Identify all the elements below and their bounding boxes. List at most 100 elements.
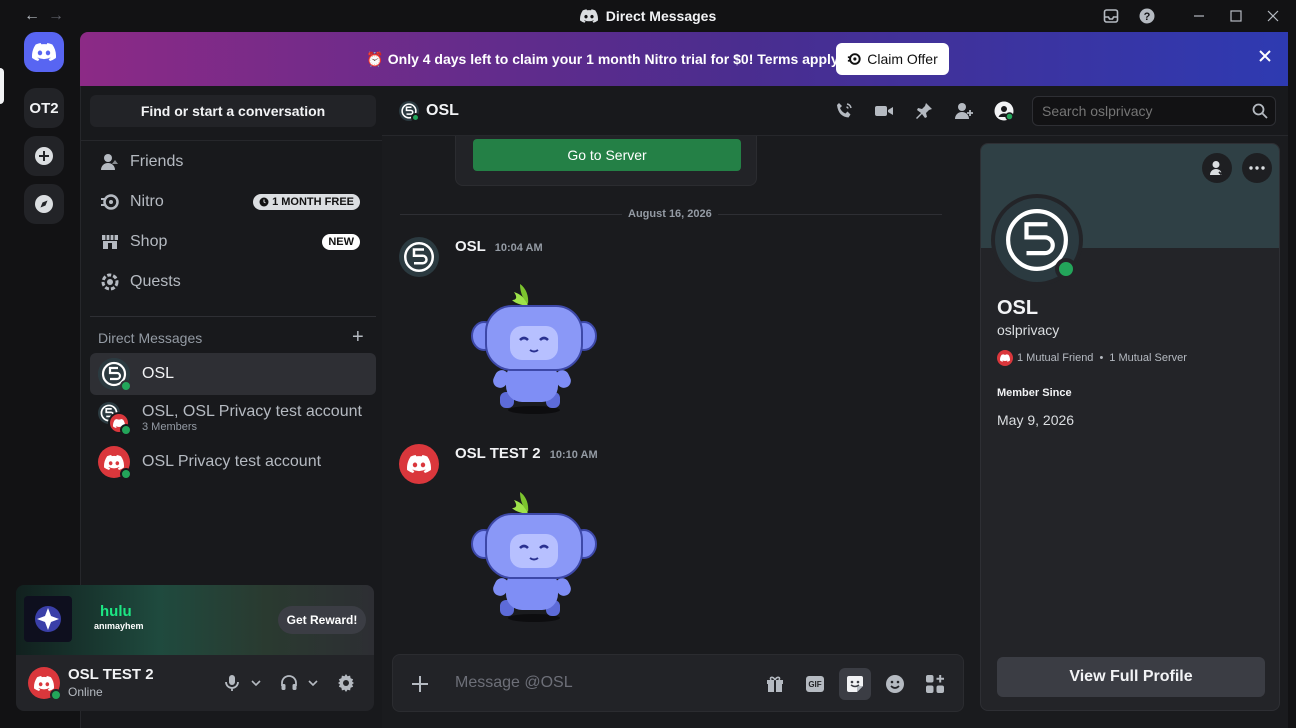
message-author[interactable]: OSL: [455, 238, 486, 255]
hulu-logo: hulu: [100, 603, 132, 620]
dm-name: OSL, OSL Privacy test account: [142, 403, 362, 420]
create-dm-icon[interactable]: +: [352, 326, 364, 349]
discord-logo-icon: [34, 675, 54, 691]
apps-icon[interactable]: [923, 672, 947, 696]
reward-card: hulu anımayhem Get Reward!: [16, 585, 374, 655]
mutual-friends-link[interactable]: 1 Mutual Friend: [1017, 352, 1093, 364]
message-avatar[interactable]: [399, 237, 439, 277]
find-conversation-button[interactable]: Find or start a conversation: [90, 95, 376, 127]
badge-label: 1 MONTH FREE: [272, 196, 354, 208]
reward-thumbnail: [24, 596, 72, 642]
mutual-servers-link[interactable]: 1 Mutual Server: [1109, 352, 1187, 364]
pin-icon[interactable]: [914, 101, 934, 121]
dm-name: OSL: [142, 365, 175, 382]
online-status-dot: [120, 424, 132, 436]
message-input[interactable]: [455, 673, 735, 693]
user-status: Online: [68, 685, 103, 699]
message-author[interactable]: OSL TEST 2: [455, 445, 541, 462]
gif-icon[interactable]: GIF: [803, 672, 827, 696]
inbox-icon[interactable]: [1101, 6, 1121, 26]
plus-icon: [35, 147, 53, 165]
dm-item-osl[interactable]: OSL: [90, 353, 376, 395]
compass-icon: [35, 195, 53, 213]
user-panel: OSL TEST 2 Online: [16, 655, 374, 711]
get-reward-button[interactable]: Get Reward!: [278, 606, 366, 634]
chevron-down-icon[interactable]: [246, 673, 266, 693]
sidebar-item-shop[interactable]: Shop NEW: [90, 222, 376, 262]
profile-avatar[interactable]: [991, 194, 1083, 286]
search-input[interactable]: [1042, 103, 1242, 119]
close-icon[interactable]: [1258, 49, 1272, 63]
online-status-dot: [120, 380, 132, 392]
more-options-icon[interactable]: [1242, 153, 1272, 183]
window-title-text: Direct Messages: [605, 8, 717, 24]
user-avatar[interactable]: [28, 667, 62, 701]
settings-gear-icon[interactable]: [336, 673, 356, 693]
close-window-icon[interactable]: [1263, 6, 1283, 26]
message-list: Go to Server August 16, 2026 OSL 10:04 A…: [382, 136, 964, 728]
sidebar-item-label: Friends: [130, 153, 184, 170]
animayhem-logo: anımayhem: [94, 621, 144, 631]
dm-item-privacy-test[interactable]: OSL Privacy test account: [90, 441, 376, 483]
view-full-profile-button[interactable]: View Full Profile: [997, 657, 1265, 697]
add-friend-icon[interactable]: [1202, 153, 1232, 183]
headphones-icon[interactable]: [279, 673, 299, 693]
add-friends-to-dm-icon[interactable]: [954, 101, 974, 121]
sidebar-item-label: Nitro: [130, 193, 164, 210]
online-status-dot: [50, 689, 62, 701]
banner-text: Only 4 days left to claim your 1 month N…: [387, 51, 842, 67]
avatar: [98, 358, 132, 392]
wumpus-sticker[interactable]: [470, 282, 598, 416]
message-avatar[interactable]: [399, 444, 439, 484]
discord-logo-icon: [104, 454, 124, 470]
home-button[interactable]: [24, 32, 64, 72]
wumpus-sticker[interactable]: [470, 490, 598, 624]
discover-button[interactable]: [24, 184, 64, 224]
member-since-date: May 9, 2026: [997, 412, 1075, 428]
sidebar-item-friends[interactable]: Friends: [90, 142, 376, 182]
video-call-icon[interactable]: [874, 101, 894, 121]
sticker-icon[interactable]: [839, 668, 871, 700]
title-bar: ← → Direct Messages ?: [0, 0, 1296, 32]
message-header: OSL 10:04 AM: [455, 238, 543, 255]
minimize-icon[interactable]: [1189, 6, 1209, 26]
channel-name: OSL: [426, 102, 459, 119]
sidebar-item-label: Quests: [130, 273, 181, 290]
server-ot2[interactable]: OT2: [24, 88, 64, 128]
username: OSL TEST 2: [68, 666, 154, 683]
maximize-icon[interactable]: [1226, 6, 1246, 26]
message-timestamp: 10:04 AM: [494, 242, 543, 254]
date-divider: August 16, 2026: [622, 208, 718, 220]
sidebar-item-nitro[interactable]: Nitro 1 MONTH FREE: [90, 182, 376, 222]
gift-icon[interactable]: [763, 672, 787, 696]
microphone-icon[interactable]: [222, 673, 242, 693]
emoji-icon[interactable]: [883, 672, 907, 696]
voice-call-icon[interactable]: [834, 101, 854, 121]
message-timestamp: 10:10 AM: [549, 449, 598, 461]
clock-icon: [259, 197, 269, 207]
user-profile-icon[interactable]: [994, 101, 1014, 121]
go-to-server-button[interactable]: Go to Server: [473, 139, 741, 171]
svg-text:?: ?: [1144, 11, 1151, 23]
dm-members-count: 3 Members: [142, 421, 198, 433]
claim-offer-button[interactable]: Claim Offer: [836, 43, 949, 75]
nitro-icon: [848, 53, 861, 65]
group-avatar: [98, 402, 132, 436]
online-status-dot: [120, 468, 132, 480]
dm-name: OSL Privacy test account: [142, 453, 322, 470]
chat-header: OSL: [382, 86, 1288, 136]
help-icon[interactable]: ?: [1137, 6, 1157, 26]
sidebar-item-label: Shop: [130, 233, 168, 250]
add-server-button[interactable]: [24, 136, 64, 176]
sidebar-divider: [90, 316, 376, 317]
add-attachment-icon[interactable]: [408, 672, 432, 696]
active-indicator: [0, 68, 4, 104]
search-box[interactable]: [1032, 96, 1276, 126]
chevron-down-icon[interactable]: [303, 673, 323, 693]
dm-item-group[interactable]: OSL, OSL Privacy test account 3 Members: [90, 396, 376, 440]
discord-logo-icon: [579, 9, 598, 23]
sidebar-item-quests[interactable]: Quests: [90, 262, 376, 302]
window-edge: [1288, 32, 1296, 728]
user-profile-panel: OSL oslprivacy 1 Mutual Friend • 1 Mutua…: [980, 143, 1280, 711]
nitro-free-badge: 1 MONTH FREE: [253, 194, 360, 210]
